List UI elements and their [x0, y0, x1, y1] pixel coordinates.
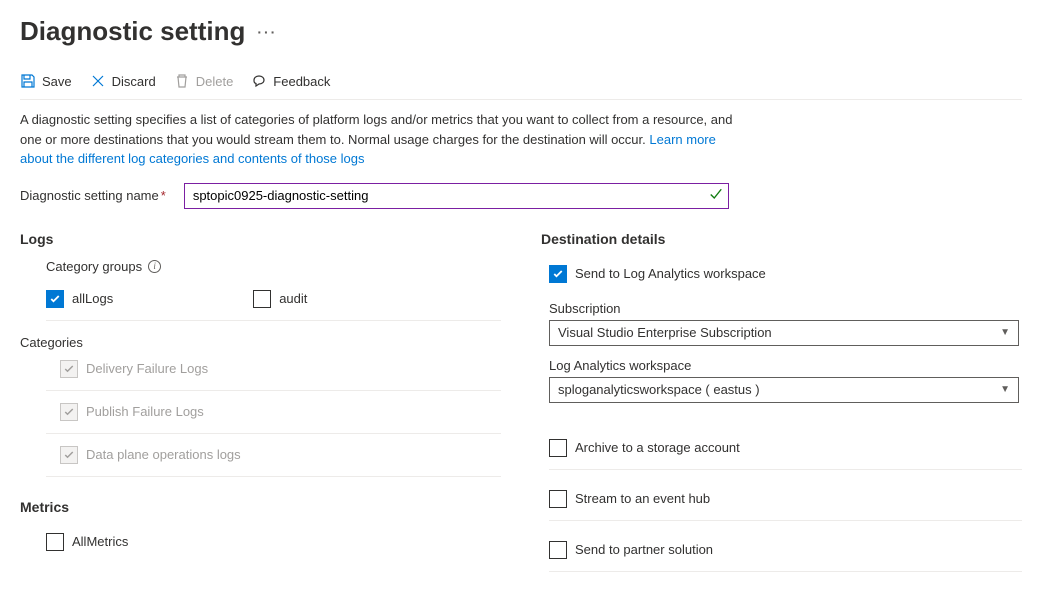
destination-heading: Destination details: [541, 231, 1022, 247]
divider: [549, 520, 1022, 521]
archive-checkbox[interactable]: [549, 439, 567, 457]
publish-checkbox: [60, 403, 78, 421]
subscription-select[interactable]: Visual Studio Enterprise Subscription ▼: [549, 320, 1019, 346]
stream-checkbox[interactable]: [549, 490, 567, 508]
archive-row: Archive to a storage account: [541, 433, 1022, 463]
workspace-value: sploganalyticsworkspace ( eastus ): [558, 382, 760, 397]
allmetrics-label: AllMetrics: [72, 534, 128, 549]
metrics-heading: Metrics: [20, 499, 501, 515]
group-alllogs-row: allLogs: [46, 284, 113, 314]
trash-icon: [174, 73, 190, 89]
stream-row: Stream to an event hub: [541, 476, 1022, 514]
subscription-value: Visual Studio Enterprise Subscription: [558, 325, 772, 340]
partner-label: Send to partner solution: [575, 542, 713, 557]
info-icon[interactable]: i: [148, 260, 161, 273]
feedback-label: Feedback: [273, 74, 330, 89]
divider: [549, 469, 1022, 470]
save-label: Save: [42, 74, 72, 89]
divider: [46, 390, 501, 391]
category-groups-label: Category groups i: [20, 259, 501, 274]
audit-label: audit: [279, 291, 307, 306]
more-icon[interactable]: ···: [257, 24, 277, 40]
check-icon: [709, 187, 723, 204]
divider: [46, 320, 501, 321]
description: A diagnostic setting specifies a list of…: [20, 110, 740, 169]
delivery-label: Delivery Failure Logs: [86, 361, 208, 376]
save-button[interactable]: Save: [20, 73, 72, 89]
send-law-row: Send to Log Analytics workspace: [541, 259, 1022, 289]
toolbar: Save Discard Delete Feedback: [20, 51, 1022, 100]
dataplane-label: Data plane operations logs: [86, 447, 241, 462]
delivery-checkbox: [60, 360, 78, 378]
archive-label: Archive to a storage account: [575, 440, 740, 455]
feedback-icon: [251, 73, 267, 89]
feedback-button[interactable]: Feedback: [251, 73, 330, 89]
name-row: Diagnostic setting name*: [20, 183, 1022, 209]
category-dataplane-row: Data plane operations logs: [20, 440, 501, 470]
logs-column: Logs Category groups i allLogs audit Cat…: [20, 227, 501, 578]
diagnostic-name-input[interactable]: [184, 183, 729, 209]
partner-row: Send to partner solution: [541, 527, 1022, 565]
audit-checkbox[interactable]: [253, 290, 271, 308]
delete-button: Delete: [174, 73, 234, 89]
categories-label: Categories: [20, 335, 501, 350]
save-icon: [20, 73, 36, 89]
dataplane-checkbox: [60, 446, 78, 464]
workspace-label: Log Analytics workspace: [549, 358, 1022, 373]
name-label: Diagnostic setting name*: [20, 188, 166, 203]
publish-label: Publish Failure Logs: [86, 404, 204, 419]
divider: [549, 571, 1022, 572]
group-audit-row: audit: [253, 284, 307, 314]
stream-label: Stream to an event hub: [575, 491, 710, 506]
category-publish-row: Publish Failure Logs: [20, 397, 501, 427]
allmetrics-checkbox[interactable]: [46, 533, 64, 551]
chevron-down-icon: ▼: [1000, 384, 1010, 395]
subscription-label: Subscription: [549, 301, 1022, 316]
required-indicator: *: [161, 188, 166, 203]
workspace-select[interactable]: sploganalyticsworkspace ( eastus ) ▼: [549, 377, 1019, 403]
page-title-text: Diagnostic setting: [20, 16, 245, 47]
send-law-label: Send to Log Analytics workspace: [575, 266, 766, 281]
close-icon: [90, 73, 106, 89]
discard-label: Discard: [112, 74, 156, 89]
discard-button[interactable]: Discard: [90, 73, 156, 89]
chevron-down-icon: ▼: [1000, 327, 1010, 338]
allmetrics-row: AllMetrics: [20, 527, 501, 557]
divider: [46, 476, 501, 477]
send-law-checkbox[interactable]: [549, 265, 567, 283]
delete-label: Delete: [196, 74, 234, 89]
divider: [46, 433, 501, 434]
logs-heading: Logs: [20, 231, 501, 247]
destination-column: Destination details Send to Log Analytic…: [541, 227, 1022, 578]
page-title: Diagnostic setting ···: [20, 16, 1022, 47]
category-delivery-row: Delivery Failure Logs: [20, 354, 501, 384]
partner-checkbox[interactable]: [549, 541, 567, 559]
alllogs-checkbox[interactable]: [46, 290, 64, 308]
description-text: A diagnostic setting specifies a list of…: [20, 112, 732, 147]
alllogs-label: allLogs: [72, 291, 113, 306]
